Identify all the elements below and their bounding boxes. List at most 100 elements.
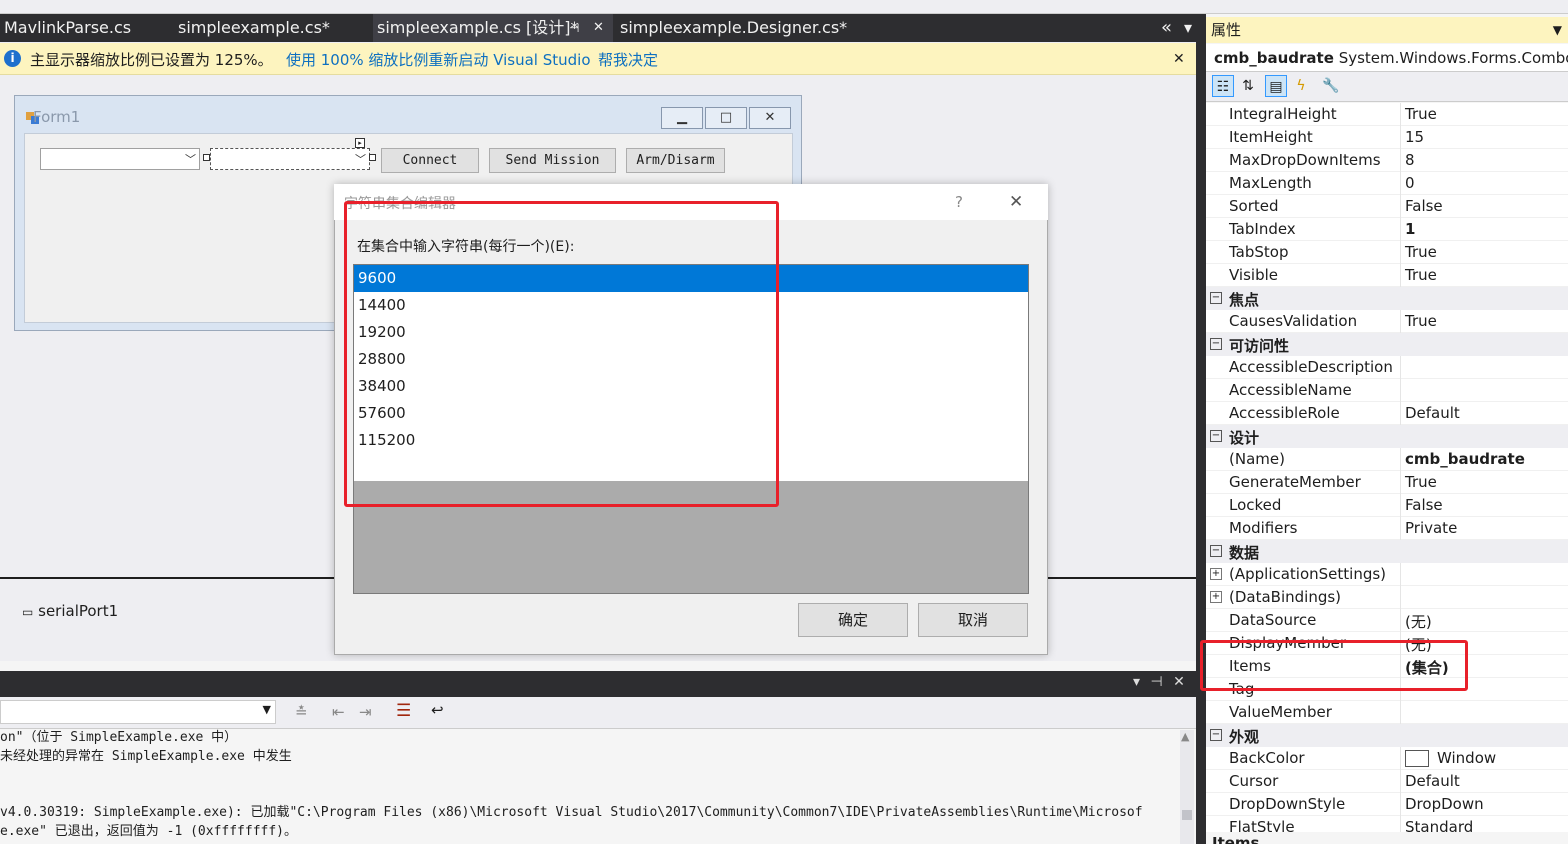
column-separator xyxy=(1400,471,1401,494)
properties-icon[interactable]: ▤ xyxy=(1265,75,1287,97)
help-decide-link[interactable]: 帮我决定 xyxy=(598,49,658,70)
ok-button[interactable]: 确定 xyxy=(798,603,908,637)
column-separator xyxy=(1400,747,1401,770)
word-wrap-icon[interactable]: ↩ xyxy=(431,701,444,719)
property-row[interactable]: TabStop True xyxy=(1206,241,1568,264)
property-row[interactable]: DropDownStyle DropDown xyxy=(1206,793,1568,816)
column-separator xyxy=(1400,609,1401,632)
property-category[interactable]: − 外观 xyxy=(1206,724,1568,747)
column-separator xyxy=(1400,379,1401,402)
category-label: 数据 xyxy=(1229,544,1260,562)
property-row[interactable]: + (DataBindings) xyxy=(1206,586,1568,609)
connect-button[interactable]: Connect xyxy=(381,148,479,173)
property-pages-icon[interactable]: 🔧 xyxy=(1320,75,1342,97)
find-message-icon[interactable]: ≛ xyxy=(295,703,308,721)
property-row[interactable]: AccessibleName xyxy=(1206,379,1568,402)
alphabetical-icon[interactable]: ⇅ xyxy=(1237,75,1259,97)
output-source-select[interactable]: ▼ xyxy=(0,700,276,724)
window-close-icon[interactable]: ✕ xyxy=(749,107,791,129)
help-icon[interactable]: ? xyxy=(955,193,963,211)
tab-designer-cs[interactable]: simpleexample.Designer.cs* xyxy=(616,14,881,42)
property-row[interactable]: + (ApplicationSettings) xyxy=(1206,563,1568,586)
close-icon[interactable]: ✕ xyxy=(593,14,604,42)
port-combobox[interactable]: ﹀ xyxy=(40,148,200,170)
restart-link[interactable]: 使用 100% 缩放比例重新启动 Visual Studio xyxy=(286,49,591,70)
tab-simpleexample-cs[interactable]: simpleexample.cs* xyxy=(174,14,369,42)
property-row[interactable]: MaxDropDownItems 8 xyxy=(1206,149,1568,172)
column-separator xyxy=(1400,103,1401,126)
property-row[interactable]: Sorted False xyxy=(1206,195,1568,218)
form1-title: Form1 xyxy=(33,108,81,126)
property-row[interactable]: DataSource (无) xyxy=(1206,609,1568,632)
property-row[interactable]: ItemHeight 15 xyxy=(1206,126,1568,149)
categorized-icon[interactable]: ☷ xyxy=(1212,75,1234,97)
property-row[interactable]: ValueMember xyxy=(1206,701,1568,724)
property-row[interactable]: GenerateMember True xyxy=(1206,471,1568,494)
tab-dropdown-icon[interactable]: ▾ xyxy=(1180,14,1196,42)
maximize-icon[interactable]: □ xyxy=(705,107,747,129)
property-row[interactable]: TabIndex 1 xyxy=(1206,218,1568,241)
pin-icon[interactable]: ⊣ xyxy=(569,14,579,42)
cancel-button[interactable]: 取消 xyxy=(918,603,1028,637)
property-row[interactable]: Cursor Default xyxy=(1206,770,1568,793)
scroll-up-icon[interactable]: ▲ xyxy=(1181,730,1189,743)
object-selector[interactable]: cmb_baudrate System.Windows.Forms.ComboB… xyxy=(1206,44,1568,72)
arm-disarm-button[interactable]: Arm/Disarm xyxy=(626,148,725,173)
property-row[interactable]: Visible True xyxy=(1206,264,1568,287)
property-category[interactable]: − 焦点 xyxy=(1206,287,1568,310)
column-separator xyxy=(1400,402,1401,425)
serialport-component[interactable]: ▭ serialPort1 xyxy=(22,602,118,620)
events-icon[interactable]: ϟ xyxy=(1290,75,1312,97)
collapse-icon[interactable]: − xyxy=(1210,292,1222,304)
next-message-icon[interactable]: ⇥ xyxy=(359,703,372,721)
resize-handle[interactable] xyxy=(369,154,376,161)
tab-mavlinkparse[interactable]: MavlinkParse.cs xyxy=(0,14,170,42)
tab-overflow-icon[interactable]: « xyxy=(1157,14,1175,42)
property-row[interactable]: (Name) cmb_baudrate xyxy=(1206,448,1568,471)
object-name: cmb_baudrate xyxy=(1214,49,1334,67)
property-value: (无) xyxy=(1405,613,1432,631)
expand-icon[interactable]: + xyxy=(1210,591,1222,603)
collapse-icon[interactable]: − xyxy=(1210,338,1222,350)
property-value: 15 xyxy=(1405,128,1425,146)
panel-controls-icon[interactable]: ▾ ⊣ ✕ xyxy=(1133,674,1188,690)
collapse-icon[interactable]: − xyxy=(1210,729,1222,741)
infobar-close-icon[interactable]: ✕ xyxy=(1173,51,1185,67)
column-separator xyxy=(1400,356,1401,379)
tab-simpleexample-design[interactable]: simpleexample.cs [设计]* ⊣ ✕ xyxy=(373,14,613,42)
property-row[interactable]: MaxLength 0 xyxy=(1206,172,1568,195)
chevron-down-icon[interactable]: ▼ xyxy=(1553,17,1562,43)
collapse-icon[interactable]: − xyxy=(1210,545,1222,557)
clear-all-icon[interactable]: ☰ xyxy=(396,701,411,721)
send-mission-button[interactable]: Send Mission xyxy=(489,148,616,173)
dialog-close-icon[interactable]: ✕ xyxy=(1009,192,1023,212)
property-category[interactable]: − 可访问性 xyxy=(1206,333,1568,356)
property-category[interactable]: − 设计 xyxy=(1206,425,1568,448)
expand-icon[interactable]: + xyxy=(1210,568,1222,580)
property-name: ItemHeight xyxy=(1229,128,1313,146)
panel-splitter[interactable] xyxy=(1196,14,1206,844)
property-row[interactable]: IntegralHeight True xyxy=(1206,103,1568,126)
output-scrollbar[interactable]: ▲ xyxy=(1180,730,1194,844)
property-category[interactable]: − 数据 xyxy=(1206,540,1568,563)
property-row[interactable]: BackColor Window xyxy=(1206,747,1568,770)
property-row[interactable]: AccessibleRole Default xyxy=(1206,402,1568,425)
smart-tag-icon[interactable]: ▸ xyxy=(355,138,365,148)
description-pane: Items xyxy=(1206,832,1568,844)
property-row[interactable]: Modifiers Private xyxy=(1206,517,1568,540)
property-name: GenerateMember xyxy=(1229,473,1361,491)
property-name: Sorted xyxy=(1229,197,1279,215)
chevron-down-icon: ﹀ xyxy=(185,153,196,166)
property-row[interactable]: CausesValidation True xyxy=(1206,310,1568,333)
baudrate-combobox[interactable]: ﹀ xyxy=(210,148,370,170)
properties-title: 属性 xyxy=(1211,21,1242,39)
property-row[interactable]: AccessibleDescription xyxy=(1206,356,1568,379)
prev-message-icon[interactable]: ⇤ xyxy=(332,703,345,721)
collapse-icon[interactable]: − xyxy=(1210,430,1222,442)
property-row[interactable]: Locked False xyxy=(1206,494,1568,517)
info-icon: i xyxy=(4,50,21,67)
minimize-icon[interactable]: ▁ xyxy=(661,107,703,129)
scroll-thumb[interactable] xyxy=(1182,810,1192,820)
property-value: True xyxy=(1405,312,1437,330)
resize-handle[interactable] xyxy=(203,154,210,161)
